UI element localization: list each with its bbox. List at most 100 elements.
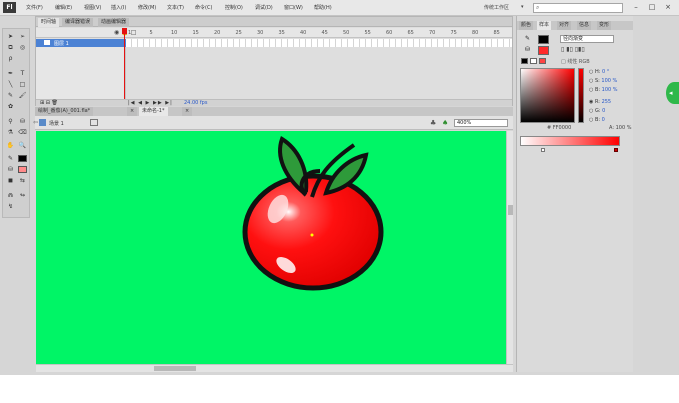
tab-align[interactable]: 对齐 — [557, 21, 572, 30]
frame-number: 75 — [450, 30, 457, 36]
stage-vertical-scrollbar[interactable] — [506, 131, 513, 364]
hand-tool-icon[interactable]: ✋ — [6, 141, 15, 150]
color-type-select[interactable]: 径向渐变 — [560, 35, 614, 43]
edit-scene-icon[interactable]: ♠ — [442, 119, 448, 127]
floating-assist-button[interactable]: ◂ — [666, 82, 679, 104]
hex-color-input[interactable]: # FF0000 — [547, 125, 571, 131]
swap-colors-icon[interactable]: ⇆ — [18, 176, 27, 185]
tab-info[interactable]: 信息 — [577, 21, 592, 30]
brush-tool-icon[interactable]: 🖌 — [18, 91, 27, 100]
rectangle-tool-icon[interactable]: □ — [18, 80, 27, 89]
playback-controls[interactable]: |◀ ◀ ▶ ▶▶ ▶| — [128, 100, 173, 106]
swap-colors-icon[interactable] — [539, 58, 546, 64]
add-layer-icon[interactable]: ⊞ ⊟ 🗑 — [40, 100, 58, 106]
bone-tool-icon[interactable]: ⚲ — [6, 117, 15, 126]
menu-debug[interactable]: 调试(D) — [255, 4, 273, 11]
timeline-panel: 时间轴 编译器错误 动画编辑器 ◉🔒□ 15101520253035404550… — [35, 16, 513, 106]
tab-compiler-errors[interactable]: 编译器错误 — [62, 18, 94, 27]
black-white-icon[interactable]: ◼ — [6, 176, 15, 185]
symbol-icon[interactable] — [90, 119, 98, 126]
menu-view[interactable]: 视图(V) — [84, 4, 101, 11]
lasso-tool-icon[interactable]: ρ — [6, 54, 15, 63]
subselection-tool-icon[interactable]: ➢ — [18, 32, 27, 41]
free-transform-icon[interactable]: ⧉ — [6, 43, 15, 52]
pencil-tool-icon[interactable]: ✎ — [6, 91, 15, 100]
gradient-stop-red[interactable] — [614, 148, 618, 152]
stroke-color-chip[interactable] — [538, 35, 549, 44]
hsb-row-s[interactable]: ○ S: 100 % — [589, 78, 617, 84]
tab-document-2[interactable]: 未命名-1* — [139, 107, 168, 116]
selection-tool-icon[interactable]: ➤ — [6, 32, 15, 41]
menu-commands[interactable]: 命令(C) — [195, 4, 212, 11]
timeline-header: ◉🔒□ 1510152025303540455055606570758085 — [36, 28, 512, 38]
app-logo: Fl — [3, 2, 16, 13]
default-colors-icon[interactable] — [521, 58, 528, 64]
3d-rotation-icon[interactable]: ◎ — [18, 43, 27, 52]
tomato-drawing[interactable] — [36, 131, 506, 364]
overflow-mode-icons[interactable]: ▯ ▮▯ ▯▮▯ — [561, 46, 585, 53]
hsb-row-b[interactable]: ○ B: 100 % — [589, 87, 618, 93]
fill-color-chip[interactable] — [538, 46, 549, 55]
linear-rgb-checkbox[interactable]: □ 线性 RGB — [561, 58, 590, 65]
tab-motion-editor[interactable]: 动画编辑器 — [98, 18, 130, 27]
menu-control[interactable]: 控制(O) — [225, 4, 243, 11]
menu-file[interactable]: 文件(F) — [26, 4, 43, 11]
tab-timeline[interactable]: 时间轴 — [38, 18, 60, 27]
frame-number: 35 — [278, 30, 285, 36]
workspace-switcher[interactable]: 传统工作区 — [484, 4, 509, 11]
gradient-stop-white[interactable] — [541, 148, 545, 152]
layer-row[interactable]: 图层 1 — [36, 39, 126, 47]
eraser-tool-icon[interactable]: ⌫ — [18, 128, 27, 137]
gradient-definition-bar[interactable] — [520, 136, 620, 146]
scrollbar-thumb[interactable] — [508, 205, 513, 215]
menu-modify[interactable]: 修改(M) — [138, 4, 156, 11]
back-arrow-icon[interactable]: ⇦ — [33, 119, 38, 126]
help-search-input[interactable]: ⌕ — [533, 3, 623, 13]
menu-text[interactable]: 文本(T) — [167, 4, 184, 11]
menu-edit[interactable]: 编辑(E) — [55, 4, 72, 11]
alpha-value[interactable]: A: 100 % — [609, 125, 632, 131]
fill-color-swatch[interactable] — [18, 166, 27, 173]
menu-help[interactable]: 帮助(H) — [314, 4, 332, 11]
menu-window[interactable]: 窗口(W) — [284, 4, 303, 11]
edit-symbols-icon[interactable]: ♣ — [430, 119, 436, 127]
menu-insert[interactable]: 插入(I) — [111, 4, 126, 11]
rgb-row-r[interactable]: ◉ R: 255 — [589, 99, 611, 105]
stage-canvas[interactable] — [36, 131, 506, 364]
pen-tool-icon[interactable]: ✒ — [6, 69, 15, 78]
tab-color[interactable]: 颜色 — [519, 21, 534, 30]
hsb-row-h[interactable]: ○ H: 0 ° — [589, 69, 609, 75]
tab-document-1[interactable]: 绘制_番茄(A)_001.fla* — [35, 107, 94, 116]
stage-horizontal-scrollbar[interactable] — [36, 364, 513, 372]
deco-tool-icon[interactable]: ✿ — [6, 102, 15, 111]
zoom-select[interactable]: 400% — [454, 119, 508, 127]
scene-label[interactable]: 场景 1 — [49, 120, 64, 127]
snap-magnet-icon[interactable]: ⋒ — [6, 191, 15, 200]
zoom-tool-icon[interactable]: 🔍 — [18, 141, 27, 150]
line-tool-icon[interactable]: ╲ — [6, 80, 15, 89]
fill-bucket-icon: ⛁ — [525, 46, 531, 53]
close-tab-icon[interactable]: × — [182, 107, 193, 116]
straighten-icon[interactable]: ↯ — [6, 202, 15, 211]
rgb-row-g[interactable]: ○ G: 0 — [589, 108, 605, 114]
text-tool-icon[interactable]: T — [18, 69, 27, 78]
tab-swatches[interactable]: 样本 — [537, 21, 552, 30]
hue-slider[interactable] — [578, 68, 584, 123]
tab-transform[interactable]: 变形 — [597, 21, 612, 30]
color-picker-field[interactable] — [520, 68, 575, 123]
smooth-icon[interactable]: ↬ — [18, 191, 27, 200]
no-color-icon[interactable] — [530, 58, 537, 64]
frame-cells[interactable] — [126, 39, 512, 47]
scrollbar-thumb[interactable] — [154, 366, 196, 371]
close-tab-icon[interactable]: × — [127, 107, 138, 116]
fps-readout[interactable]: 24.00 fps — [184, 100, 207, 106]
eyedropper-icon[interactable]: ⚗ — [6, 128, 15, 137]
stroke-color-swatch[interactable] — [18, 155, 27, 162]
minimize-button[interactable]: – — [630, 2, 642, 13]
chevron-down-icon[interactable]: ▾ — [521, 4, 524, 10]
rgb-row-b[interactable]: ○ B: 0 — [589, 117, 605, 123]
layer-name[interactable]: 图层 1 — [54, 40, 69, 47]
maximize-button[interactable]: □ — [646, 2, 658, 13]
close-button[interactable]: × — [662, 2, 674, 13]
paint-bucket-icon[interactable]: ⛁ — [18, 117, 27, 126]
